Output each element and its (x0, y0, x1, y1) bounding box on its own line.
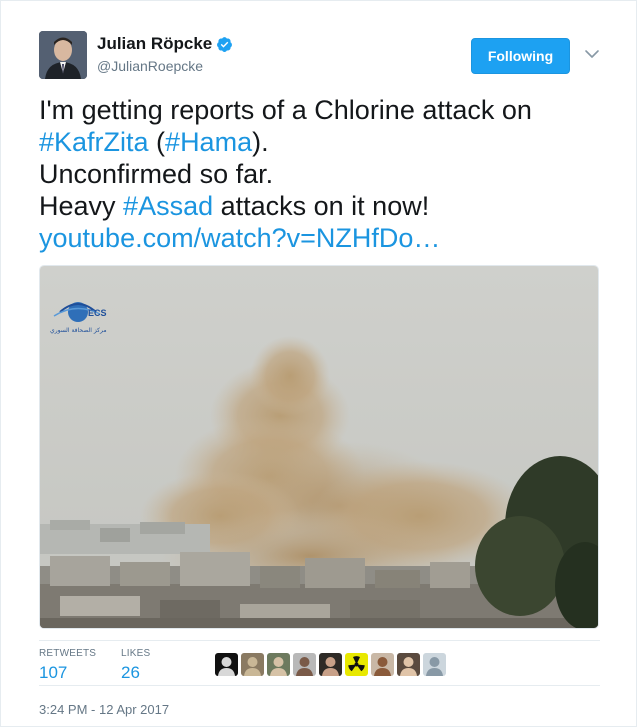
tweet-text-line: I'm getting reports of a Chlorine attack… (39, 94, 609, 126)
youtube-link[interactable]: youtube.com/watch?v=NZHfDo… (39, 223, 440, 253)
author-handle[interactable]: @JulianRoepcke (97, 58, 203, 74)
retweets-label: RETWEETS (39, 648, 97, 659)
retweets-count[interactable]: 107 (39, 663, 96, 683)
tweet-stats: RETWEETS 107 LIKES 26 (39, 640, 600, 686)
liker-avatar-6[interactable] (345, 653, 368, 676)
retweets-stat[interactable]: RETWEETS 107 (39, 648, 96, 683)
hashtag-link[interactable]: #Hama (165, 127, 252, 157)
tweet-text-segment: attacks on it now! (213, 191, 430, 221)
chevron-down-icon[interactable] (583, 45, 601, 63)
liker-avatar-5[interactable] (319, 653, 342, 676)
tweet-text: I'm getting reports of a Chlorine attack… (39, 94, 609, 254)
tweet-text-line: Heavy #Assad attacks on it now! (39, 190, 609, 222)
liker-avatar-4[interactable] (293, 653, 316, 676)
liker-avatar-3[interactable] (267, 653, 290, 676)
liker-avatar-8[interactable] (397, 653, 420, 676)
author-avatar[interactable] (39, 31, 87, 79)
liker-avatar-9[interactable] (423, 653, 446, 676)
media-watermark-sub: مركز الصحافة السوري (50, 327, 107, 334)
liker-avatar-1[interactable] (215, 653, 238, 676)
tweet-text-segment: Unconfirmed so far. (39, 159, 274, 189)
tweet-card: Julian Röpcke @JulianRoepcke Following I… (0, 0, 637, 727)
tweet-text-line: #KafrZita (#Hama). (39, 126, 609, 158)
tweet-media-image[interactable]: ECS مركز الصحافة السوري (39, 265, 599, 629)
tweet-text-segment: I'm getting reports of a Chlorine attack… (39, 95, 532, 125)
likes-stat[interactable]: LIKES 26 (121, 648, 150, 683)
tweet-text-line: Unconfirmed so far. (39, 158, 609, 190)
tweet-timestamp[interactable]: 3:24 PM - 12 Apr 2017 (39, 702, 169, 717)
liker-avatars (215, 653, 449, 676)
liker-avatar-2[interactable] (241, 653, 264, 676)
following-button[interactable]: Following (471, 38, 570, 74)
author-name[interactable]: Julian Röpcke (97, 34, 212, 54)
likes-count[interactable]: 26 (121, 663, 150, 683)
tweet-text-segment: Heavy (39, 191, 124, 221)
hashtag-link[interactable]: #Assad (123, 191, 213, 221)
author-name-row[interactable]: Julian Röpcke (97, 34, 233, 54)
tweet-text-segment: ( (148, 127, 166, 157)
verified-badge-icon (217, 36, 233, 52)
tweet-text-line: youtube.com/watch?v=NZHfDo… (39, 222, 609, 254)
liker-avatar-7[interactable] (371, 653, 394, 676)
media-watermark: ECS (88, 308, 107, 318)
likes-label: LIKES (121, 648, 151, 659)
tweet-text-segment: ). (252, 127, 269, 157)
hashtag-link[interactable]: #KafrZita (39, 127, 149, 157)
